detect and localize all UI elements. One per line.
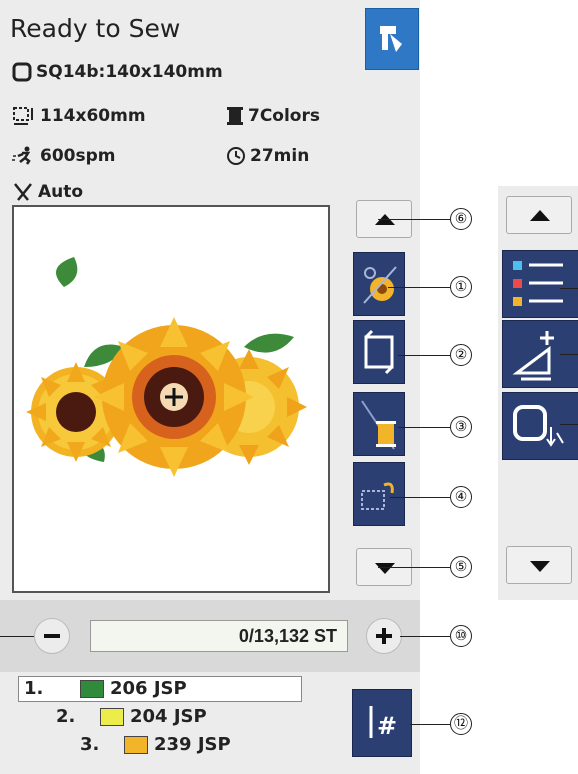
callout-10: ⑩ bbox=[450, 625, 472, 647]
sunflower-embroidery-image bbox=[26, 257, 307, 477]
callout-line-2 bbox=[398, 355, 450, 356]
trace-button[interactable] bbox=[353, 320, 405, 384]
color-code: 204 JSP bbox=[130, 706, 207, 727]
color-display-button[interactable] bbox=[353, 252, 405, 316]
color-index: 2. bbox=[56, 706, 76, 727]
callout-3: ③ bbox=[450, 416, 472, 438]
color-index: 1. bbox=[24, 678, 44, 699]
speed-label: 600spm bbox=[40, 146, 116, 166]
callout-line-1 bbox=[388, 287, 450, 288]
time-label: 27min bbox=[250, 146, 310, 166]
right-scroll-up-button[interactable] bbox=[506, 196, 572, 234]
down-arrow-icon bbox=[530, 561, 550, 572]
color-swatch bbox=[80, 680, 104, 698]
hoop-arrow-icon bbox=[513, 405, 564, 447]
thread-cut-info: Auto bbox=[12, 182, 83, 202]
design-size-info: 114x60mm bbox=[12, 106, 146, 126]
callout-line-5 bbox=[378, 567, 450, 568]
thread-cut-label: Auto bbox=[38, 182, 84, 202]
down-arrow-icon bbox=[375, 563, 395, 574]
needle-hash-icon: # bbox=[369, 706, 397, 740]
color-list-item[interactable]: 3. 239 JSP bbox=[80, 734, 231, 755]
color-swatch bbox=[100, 708, 124, 726]
hoop-label: SQ14b:140x140mm bbox=[36, 62, 223, 82]
callout-line-12 bbox=[410, 724, 450, 725]
svg-text:#: # bbox=[377, 712, 397, 740]
callout-line-right-1 bbox=[560, 288, 578, 289]
design-preview[interactable] bbox=[12, 205, 330, 593]
plus-icon bbox=[376, 628, 392, 644]
stitch-move-icon bbox=[361, 482, 394, 510]
callout-line-right-3 bbox=[560, 424, 578, 425]
color-index: 3. bbox=[80, 734, 100, 755]
hoop-info: SQ14b:140x140mm bbox=[12, 62, 223, 82]
clock-icon bbox=[227, 147, 245, 165]
colors-info: 7Colors bbox=[226, 106, 320, 126]
speed-info: 600spm bbox=[12, 146, 116, 166]
color-list-icon bbox=[513, 261, 563, 306]
up-arrow-icon bbox=[530, 210, 550, 221]
stitch-count-field: 0/13,132 ST bbox=[90, 620, 348, 652]
callout-4: ④ bbox=[450, 486, 472, 508]
trace-icon bbox=[364, 329, 394, 375]
callout-12: ⑫ bbox=[450, 713, 472, 735]
color-list-item[interactable]: 2. 204 JSP bbox=[56, 706, 207, 727]
callout-2: ② bbox=[450, 344, 472, 366]
running-man-icon bbox=[12, 146, 31, 165]
right-scroll-down-button[interactable] bbox=[506, 546, 572, 584]
design-size-icon bbox=[13, 107, 33, 125]
back-arrow-icon bbox=[380, 26, 402, 52]
stitch-minus-button[interactable] bbox=[34, 618, 70, 654]
callout-5: ⑤ bbox=[450, 556, 472, 578]
back-button[interactable] bbox=[365, 8, 419, 70]
thread-trim-button[interactable] bbox=[353, 392, 405, 456]
callout-line-6 bbox=[378, 219, 450, 220]
callout-6: ⑥ bbox=[450, 208, 472, 230]
design-size-label: 114x60mm bbox=[40, 106, 146, 126]
thread-spool-icon bbox=[227, 107, 243, 125]
callout-line-3 bbox=[398, 427, 450, 428]
minus-icon bbox=[44, 634, 60, 638]
hoop-icon bbox=[12, 62, 32, 82]
color-swatch bbox=[124, 736, 148, 754]
hoop-select-button[interactable] bbox=[502, 392, 578, 460]
callout-line-minus bbox=[0, 636, 34, 637]
stitch-move-button[interactable] bbox=[353, 462, 405, 526]
color-code: 239 JSP bbox=[154, 734, 231, 755]
time-info: 27min bbox=[226, 146, 309, 166]
flower-color-icon bbox=[363, 266, 397, 304]
spool-trim-icon bbox=[361, 400, 396, 450]
thread-cutter-icon bbox=[14, 183, 32, 201]
callout-line-4 bbox=[390, 497, 450, 498]
page-title: Ready to Sew bbox=[10, 14, 181, 43]
color-list-view-button[interactable] bbox=[502, 250, 578, 318]
stitch-plus-button[interactable] bbox=[366, 618, 402, 654]
jump-stitch-button[interactable]: # bbox=[352, 689, 412, 757]
colors-label: 7Colors bbox=[248, 106, 320, 126]
color-list-item[interactable]: 1. 206 JSP bbox=[24, 678, 187, 699]
callout-1: ① bbox=[450, 276, 472, 298]
callout-line-10 bbox=[400, 636, 450, 637]
callout-line-right-2 bbox=[560, 354, 578, 355]
color-code: 206 JSP bbox=[110, 678, 187, 699]
